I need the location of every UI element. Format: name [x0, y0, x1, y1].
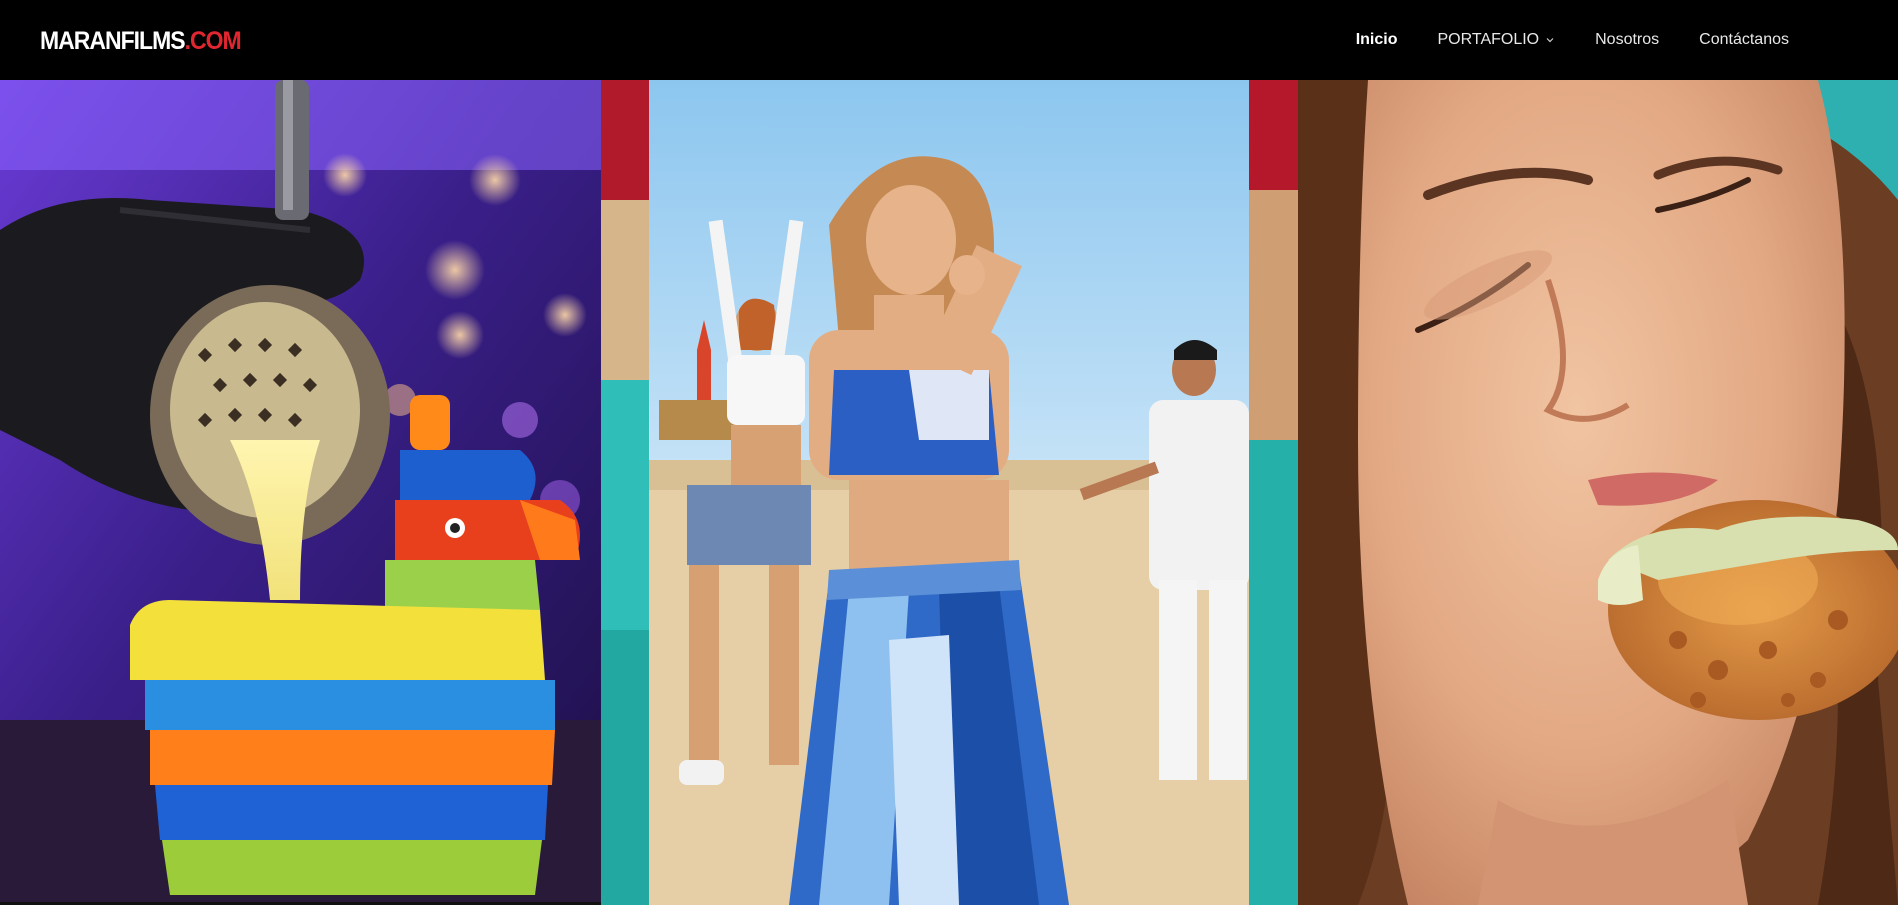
hero-strip-left: [601, 80, 649, 905]
strip-image: [1249, 80, 1298, 905]
hero-panel-food[interactable]: [1298, 80, 1898, 905]
chicken-eating-image: [1298, 80, 1898, 905]
cocktail-image: [0, 80, 601, 905]
nav-item-contactanos[interactable]: Contáctanos: [1699, 31, 1789, 49]
nav-item-portafolio[interactable]: PORTAFOLIO: [1437, 31, 1555, 49]
page: MARANFILMS .COM Inicio PORTAFOLIO Nosotro…: [0, 0, 1898, 905]
strip-image: [601, 80, 649, 905]
nav-item-label: Contáctanos: [1699, 31, 1789, 48]
chevron-down-icon: [1546, 38, 1554, 43]
nav-item-label: Inicio: [1355, 31, 1398, 48]
hero-gallery: [0, 80, 1898, 905]
main-nav: Inicio PORTAFOLIO Nosotros Contáctanos: [1356, 31, 1789, 49]
site-header: MARANFILMS .COM Inicio PORTAFOLIO Nosotro…: [0, 0, 1898, 80]
site-logo[interactable]: MARANFILMS .COM: [40, 25, 242, 55]
logo-main-text: MARANFILMS: [40, 25, 186, 54]
logo-tld-text: .COM: [184, 25, 242, 54]
beach-dance-image: [649, 80, 1249, 905]
nav-item-label: PORTAFOLIO: [1437, 31, 1540, 48]
hero-panel-beach[interactable]: [649, 80, 1249, 905]
nav-item-inicio[interactable]: Inicio: [1356, 31, 1398, 49]
nav-item-nosotros[interactable]: Nosotros: [1595, 31, 1659, 49]
hero-panel-cocktail[interactable]: [0, 80, 601, 905]
nav-item-label: Nosotros: [1595, 31, 1660, 48]
hero-strip-right: [1249, 80, 1298, 905]
